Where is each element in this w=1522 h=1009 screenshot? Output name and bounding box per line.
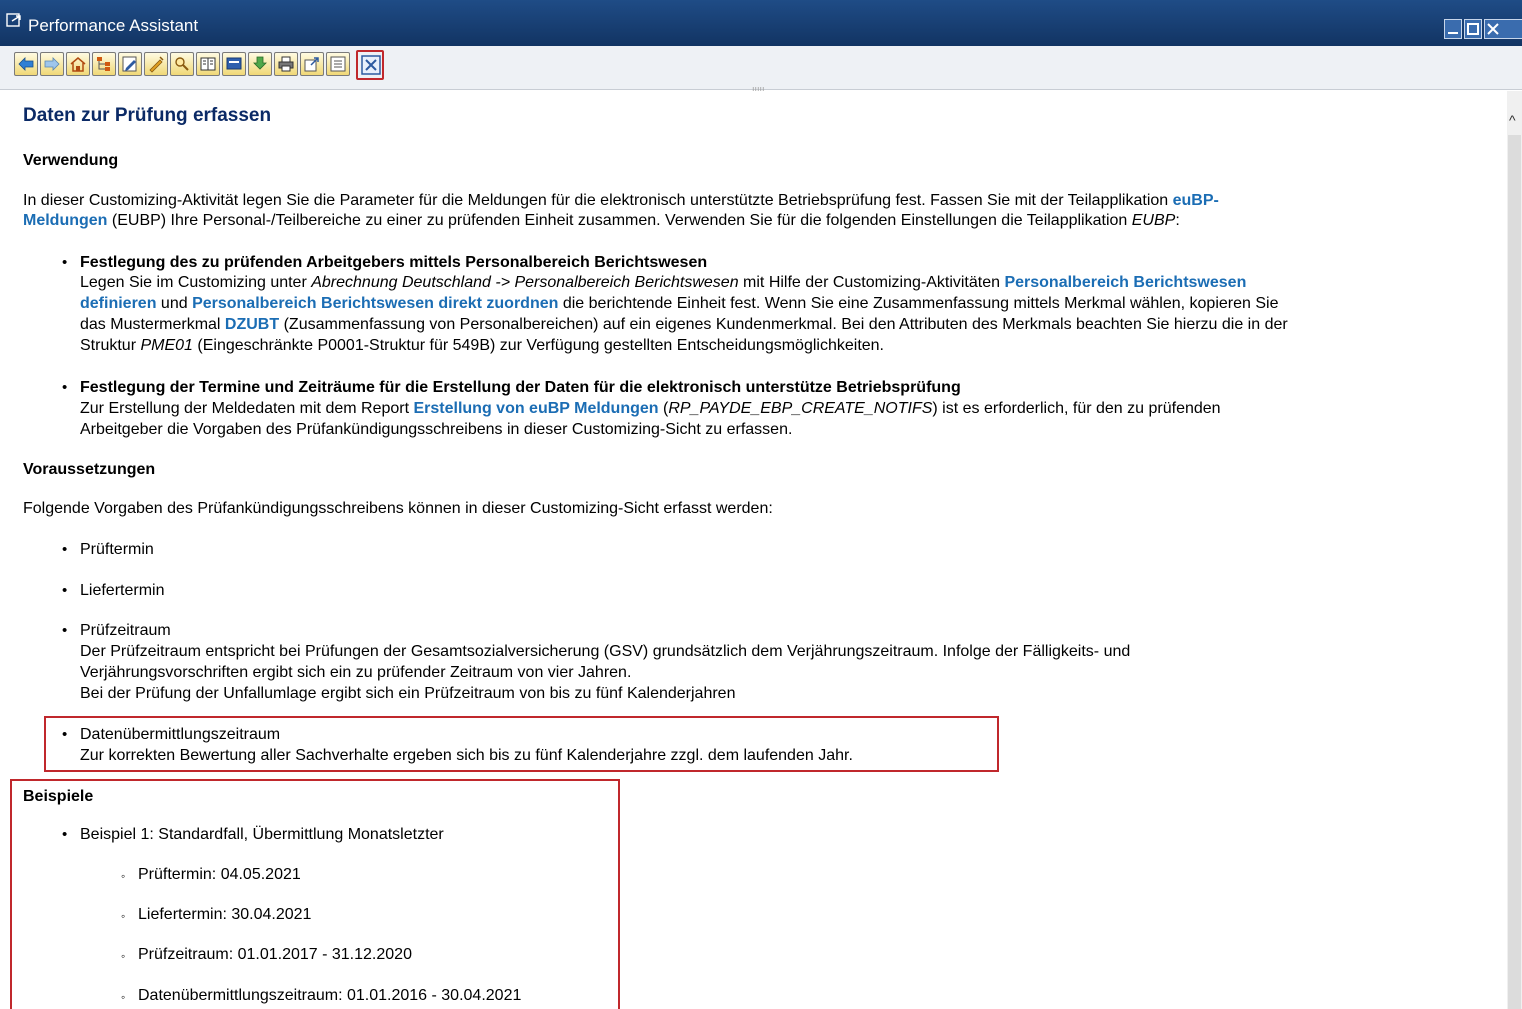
toolbar: ııııı — [0, 46, 1522, 94]
link-personalbereich-definieren[interactable]: Personalbereich Berichtswesen — [1004, 274, 1246, 291]
forward-icon[interactable] — [40, 52, 64, 76]
edit-icon[interactable] — [118, 52, 142, 76]
item2-text: ( — [658, 400, 669, 417]
scrollbar-thumb[interactable] — [1508, 135, 1521, 1009]
title-bar: Performance Assistant — [0, 0, 1522, 46]
home-icon[interactable] — [66, 52, 90, 76]
section-heading-verwendung: Verwendung — [23, 152, 119, 169]
item2-title: Festlegung der Termine und Zeiträume für… — [80, 379, 961, 396]
item1-title: Festlegung des zu prüfenden Arbeitgebers… — [80, 254, 708, 271]
display-icon[interactable] — [222, 52, 246, 76]
link-dzubt[interactable]: DZUBT — [225, 316, 279, 333]
item1-text: mit Hilfe der Customizing-Aktivitäten — [738, 274, 1005, 291]
intro-line-1: In dieser Customizing-Aktivität legen Si… — [23, 191, 1219, 211]
back-icon[interactable] — [14, 52, 38, 76]
maximize-button[interactable] — [1464, 19, 1482, 39]
section-heading-voraussetzungen: Voraussetzungen — [23, 461, 156, 478]
document-content: Daten zur Prüfung erfassen Verwendung In… — [10, 91, 1507, 1009]
book-icon[interactable] — [196, 52, 220, 76]
pruefzeitraum-line-3: Bei der Prüfung der Unfallumlage ergibt … — [80, 685, 736, 702]
bullet: • — [62, 582, 68, 599]
link-personalbereich-zuordnen[interactable]: Personalbereich Berichtswesen direkt zuo… — [192, 295, 558, 312]
print-icon[interactable] — [274, 52, 298, 76]
list-item-liefertermin: Liefertermin — [80, 582, 165, 599]
item1-text: Legen Sie im Customizing unter — [80, 274, 312, 291]
settings-icon[interactable] — [326, 52, 350, 76]
item2-text: ) ist es erforderlich, für den zu prüfen… — [932, 400, 1221, 417]
close-window-button[interactable] — [1484, 19, 1522, 39]
item1-text: und — [156, 295, 193, 312]
vertical-scrollbar[interactable]: ^ — [1507, 91, 1522, 1009]
highlight-box-datenuebermittlung — [44, 716, 999, 772]
bullet: • — [62, 379, 68, 396]
structure-icon[interactable] — [92, 52, 116, 76]
item1-text: (Zusammenfassung von Personalbereichen) … — [279, 316, 1288, 333]
minimize-button[interactable] — [1444, 19, 1462, 39]
highlight-box-beispiele — [10, 779, 620, 1009]
item1-line-2: definieren und Personalbereich Berichtsw… — [80, 294, 1278, 314]
item2-line-2: Arbeitgeber die Vorgaben des Prüfankündi… — [80, 421, 793, 438]
intro-text: : — [1175, 212, 1180, 229]
item1-text: Struktur — [80, 337, 141, 354]
intro-line-2: Meldungen (EUBP) Ihre Personal-/Teilbere… — [23, 211, 1180, 231]
voraussetzungen-intro: Folgende Vorgaben des Prüfankündigungssc… — [23, 500, 773, 517]
item1-line-4: Struktur PME01 (Eingeschränkte P0001-Str… — [80, 336, 884, 356]
item1-line-1: Legen Sie im Customizing unter Abrechnun… — [80, 273, 1246, 293]
link-eubp-meldungen[interactable]: euBP- — [1173, 192, 1219, 209]
window-icon — [6, 12, 26, 32]
pruefzeitraum-line-2: Verjährungsvorschriften ergibt sich ein … — [80, 664, 632, 681]
item1-text: die berichtende Einheit fest. Wenn Sie e… — [558, 295, 1279, 312]
item2-text: Zur Erstellung der Meldedaten mit dem Re… — [80, 400, 414, 417]
item1-line-3: das Mustermerkmal DZUBT (Zusammenfassung… — [80, 315, 1288, 335]
bullet: • — [62, 622, 68, 639]
list-item-prueftermin: Prüftermin — [80, 541, 154, 558]
intro-text: In dieser Customizing-Aktivität legen Si… — [23, 192, 1173, 209]
list-item-pruefzeitraum: Prüfzeitraum — [80, 622, 171, 639]
item1-text: (Eingeschränkte P0001-Struktur für 549B)… — [192, 337, 884, 354]
link-definieren[interactable]: definieren — [80, 295, 156, 312]
link-erstellung-eubp[interactable]: Erstellung von euBP Meldungen — [413, 400, 658, 417]
highlight-icon[interactable] — [144, 52, 168, 76]
scroll-up-icon[interactable]: ^ — [1509, 113, 1516, 127]
bullet: • — [62, 254, 68, 271]
item2-line-1: Zur Erstellung der Meldedaten mit dem Re… — [80, 399, 1221, 419]
intro-text: (EUBP) Ihre Personal-/Teilbereiche zu ei… — [107, 212, 1132, 229]
bullet: • — [62, 541, 68, 558]
pruefzeitraum-line-1: Der Prüfzeitraum entspricht bei Prüfunge… — [80, 643, 1131, 660]
link-eubp-meldungen-2[interactable]: Meldungen — [23, 212, 107, 229]
intro-italic: EUBP — [1131, 212, 1176, 229]
item2-italic: RP_PAYDE_EBP_CREATE_NOTIFS — [668, 400, 933, 417]
close-icon[interactable] — [356, 50, 384, 80]
export-icon[interactable] — [300, 52, 324, 76]
find-icon[interactable] — [170, 52, 194, 76]
download-icon[interactable] — [248, 52, 272, 76]
item1-italic: Abrechnung Deutschland -> Personalbereic… — [311, 274, 739, 291]
page-title: Daten zur Prüfung erfassen — [23, 105, 272, 126]
window-title: Performance Assistant — [28, 16, 199, 35]
item1-italic: PME01 — [140, 337, 193, 354]
item1-text: das Mustermerkmal — [80, 316, 225, 333]
